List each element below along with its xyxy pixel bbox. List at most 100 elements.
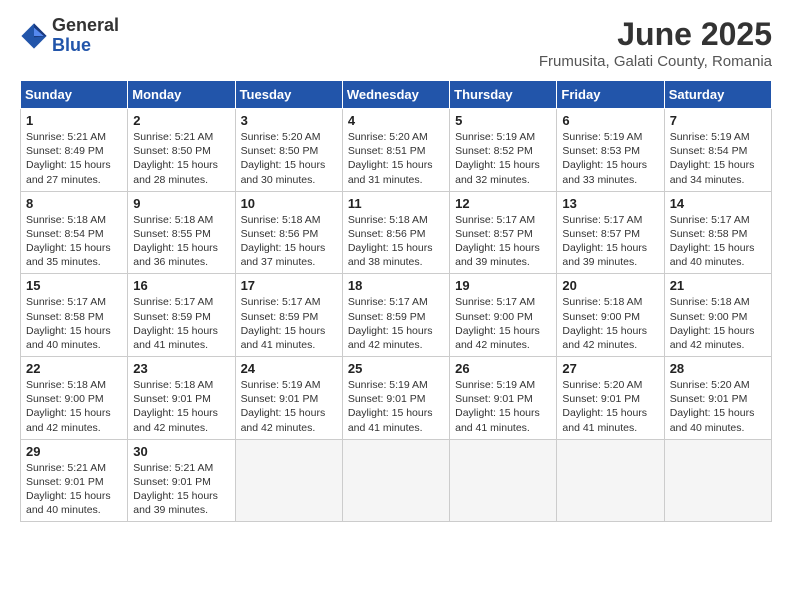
day-info: Sunrise: 5:21 AM Sunset: 9:01 PM Dayligh… — [26, 461, 122, 518]
title-area: June 2025 Frumusita, Galati County, Roma… — [539, 16, 772, 70]
day-number: 4 — [348, 113, 444, 128]
main-title: June 2025 — [539, 16, 772, 53]
day-info: Sunrise: 5:20 AM Sunset: 8:50 PM Dayligh… — [241, 130, 337, 187]
table-row: 1 Sunrise: 5:21 AM Sunset: 8:49 PM Daylig… — [21, 109, 128, 192]
day-number: 5 — [455, 113, 551, 128]
table-row: 10 Sunrise: 5:18 AM Sunset: 8:56 PM Dayli… — [235, 191, 342, 274]
table-row: 29 Sunrise: 5:21 AM Sunset: 9:01 PM Dayli… — [21, 439, 128, 522]
day-number: 17 — [241, 278, 337, 293]
table-row: 7 Sunrise: 5:19 AM Sunset: 8:54 PM Daylig… — [664, 109, 771, 192]
table-row: 11 Sunrise: 5:18 AM Sunset: 8:56 PM Dayli… — [342, 191, 449, 274]
table-row: 17 Sunrise: 5:17 AM Sunset: 8:59 PM Dayli… — [235, 274, 342, 357]
day-number: 6 — [562, 113, 658, 128]
table-row: 19 Sunrise: 5:17 AM Sunset: 9:00 PM Dayli… — [450, 274, 557, 357]
day-number: 10 — [241, 196, 337, 211]
day-number: 18 — [348, 278, 444, 293]
calendar: Sunday Monday Tuesday Wednesday Thursday… — [20, 80, 772, 522]
table-row: 2 Sunrise: 5:21 AM Sunset: 8:50 PM Daylig… — [128, 109, 235, 192]
day-number: 12 — [455, 196, 551, 211]
day-info: Sunrise: 5:19 AM Sunset: 8:53 PM Dayligh… — [562, 130, 658, 187]
table-row: 26 Sunrise: 5:19 AM Sunset: 9:01 PM Dayli… — [450, 357, 557, 440]
day-info: Sunrise: 5:17 AM Sunset: 8:59 PM Dayligh… — [241, 295, 337, 352]
header-thursday: Thursday — [450, 81, 557, 109]
day-number: 16 — [133, 278, 229, 293]
day-info: Sunrise: 5:18 AM Sunset: 9:00 PM Dayligh… — [26, 378, 122, 435]
table-row: 22 Sunrise: 5:18 AM Sunset: 9:00 PM Dayli… — [21, 357, 128, 440]
header-tuesday: Tuesday — [235, 81, 342, 109]
day-info: Sunrise: 5:17 AM Sunset: 8:59 PM Dayligh… — [133, 295, 229, 352]
header-saturday: Saturday — [664, 81, 771, 109]
day-info: Sunrise: 5:19 AM Sunset: 9:01 PM Dayligh… — [348, 378, 444, 435]
table-row: 24 Sunrise: 5:19 AM Sunset: 9:01 PM Dayli… — [235, 357, 342, 440]
table-row — [342, 439, 449, 522]
day-number: 15 — [26, 278, 122, 293]
header-sunday: Sunday — [21, 81, 128, 109]
day-info: Sunrise: 5:20 AM Sunset: 9:01 PM Dayligh… — [670, 378, 766, 435]
table-row: 9 Sunrise: 5:18 AM Sunset: 8:55 PM Daylig… — [128, 191, 235, 274]
table-row — [557, 439, 664, 522]
day-info: Sunrise: 5:17 AM Sunset: 9:00 PM Dayligh… — [455, 295, 551, 352]
day-info: Sunrise: 5:18 AM Sunset: 9:01 PM Dayligh… — [133, 378, 229, 435]
logo-general-text: General — [52, 16, 119, 36]
day-number: 19 — [455, 278, 551, 293]
day-info: Sunrise: 5:18 AM Sunset: 9:00 PM Dayligh… — [562, 295, 658, 352]
table-row: 23 Sunrise: 5:18 AM Sunset: 9:01 PM Dayli… — [128, 357, 235, 440]
day-info: Sunrise: 5:17 AM Sunset: 8:58 PM Dayligh… — [26, 295, 122, 352]
day-number: 29 — [26, 444, 122, 459]
day-info: Sunrise: 5:19 AM Sunset: 8:52 PM Dayligh… — [455, 130, 551, 187]
day-number: 26 — [455, 361, 551, 376]
day-number: 21 — [670, 278, 766, 293]
day-info: Sunrise: 5:21 AM Sunset: 8:50 PM Dayligh… — [133, 130, 229, 187]
day-info: Sunrise: 5:18 AM Sunset: 8:56 PM Dayligh… — [348, 213, 444, 270]
day-info: Sunrise: 5:18 AM Sunset: 8:56 PM Dayligh… — [241, 213, 337, 270]
day-number: 13 — [562, 196, 658, 211]
table-row: 12Sunrise: 5:17 AM Sunset: 8:57 PM Dayli… — [450, 191, 557, 274]
table-row: 30 Sunrise: 5:21 AM Sunset: 9:01 PM Dayli… — [128, 439, 235, 522]
day-number: 30 — [133, 444, 229, 459]
day-number: 1 — [26, 113, 122, 128]
logo-icon — [20, 22, 48, 50]
table-row: 4 Sunrise: 5:20 AM Sunset: 8:51 PM Daylig… — [342, 109, 449, 192]
table-row: 15 Sunrise: 5:17 AM Sunset: 8:58 PM Dayli… — [21, 274, 128, 357]
table-row — [235, 439, 342, 522]
day-number: 28 — [670, 361, 766, 376]
table-row — [450, 439, 557, 522]
day-number: 22 — [26, 361, 122, 376]
table-row: 14 Sunrise: 5:17 AM Sunset: 8:58 PM Dayli… — [664, 191, 771, 274]
table-row: 28 Sunrise: 5:20 AM Sunset: 9:01 PM Dayli… — [664, 357, 771, 440]
day-number: 11 — [348, 196, 444, 211]
day-number: 14 — [670, 196, 766, 211]
day-info: Sunrise: 5:21 AM Sunset: 8:49 PM Dayligh… — [26, 130, 122, 187]
header: General Blue June 2025 Frumusita, Galati… — [20, 16, 772, 70]
table-row: 20 Sunrise: 5:18 AM Sunset: 9:00 PM Dayli… — [557, 274, 664, 357]
day-number: 3 — [241, 113, 337, 128]
day-number: 20 — [562, 278, 658, 293]
day-number: 27 — [562, 361, 658, 376]
table-row: 25 Sunrise: 5:19 AM Sunset: 9:01 PM Dayli… — [342, 357, 449, 440]
day-info: Sunrise: 5:19 AM Sunset: 8:54 PM Dayligh… — [670, 130, 766, 187]
table-row: 21Sunrise: 5:18 AM Sunset: 9:00 PM Dayli… — [664, 274, 771, 357]
table-row: 8Sunrise: 5:18 AM Sunset: 8:54 PM Daylig… — [21, 191, 128, 274]
table-row: 3 Sunrise: 5:20 AM Sunset: 8:50 PM Daylig… — [235, 109, 342, 192]
header-monday: Monday — [128, 81, 235, 109]
day-number: 23 — [133, 361, 229, 376]
day-info: Sunrise: 5:19 AM Sunset: 9:01 PM Dayligh… — [241, 378, 337, 435]
calendar-header-row: Sunday Monday Tuesday Wednesday Thursday… — [21, 81, 772, 109]
logo-blue-text: Blue — [52, 36, 119, 56]
day-number: 9 — [133, 196, 229, 211]
subtitle: Frumusita, Galati County, Romania — [539, 53, 772, 70]
day-number: 2 — [133, 113, 229, 128]
day-info: Sunrise: 5:19 AM Sunset: 9:01 PM Dayligh… — [455, 378, 551, 435]
day-info: Sunrise: 5:21 AM Sunset: 9:01 PM Dayligh… — [133, 461, 229, 518]
day-info: Sunrise: 5:20 AM Sunset: 9:01 PM Dayligh… — [562, 378, 658, 435]
day-info: Sunrise: 5:18 AM Sunset: 8:55 PM Dayligh… — [133, 213, 229, 270]
day-number: 7 — [670, 113, 766, 128]
day-info: Sunrise: 5:17 AM Sunset: 8:57 PM Dayligh… — [562, 213, 658, 270]
day-info: Sunrise: 5:18 AM Sunset: 8:54 PM Dayligh… — [26, 213, 122, 270]
day-number: 24 — [241, 361, 337, 376]
header-wednesday: Wednesday — [342, 81, 449, 109]
day-info: Sunrise: 5:20 AM Sunset: 8:51 PM Dayligh… — [348, 130, 444, 187]
day-info: Sunrise: 5:17 AM Sunset: 8:58 PM Dayligh… — [670, 213, 766, 270]
table-row: 13 Sunrise: 5:17 AM Sunset: 8:57 PM Dayli… — [557, 191, 664, 274]
day-number: 25 — [348, 361, 444, 376]
